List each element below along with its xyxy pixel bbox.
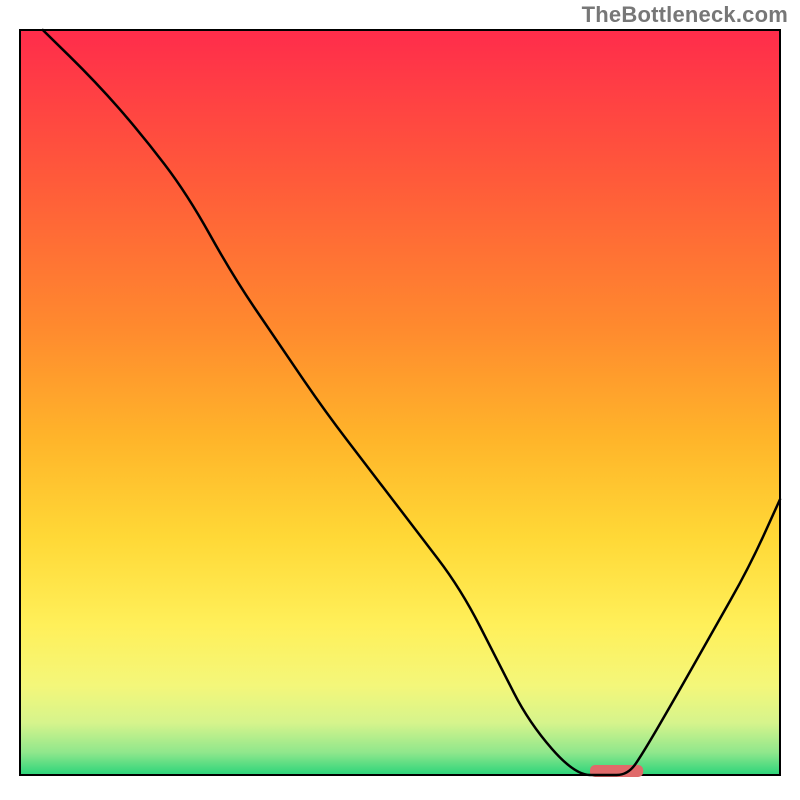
watermark-text: TheBottleneck.com xyxy=(582,2,788,28)
chart-container: TheBottleneck.com xyxy=(0,0,800,800)
bottleneck-chart xyxy=(0,0,800,800)
chart-background xyxy=(20,30,780,775)
